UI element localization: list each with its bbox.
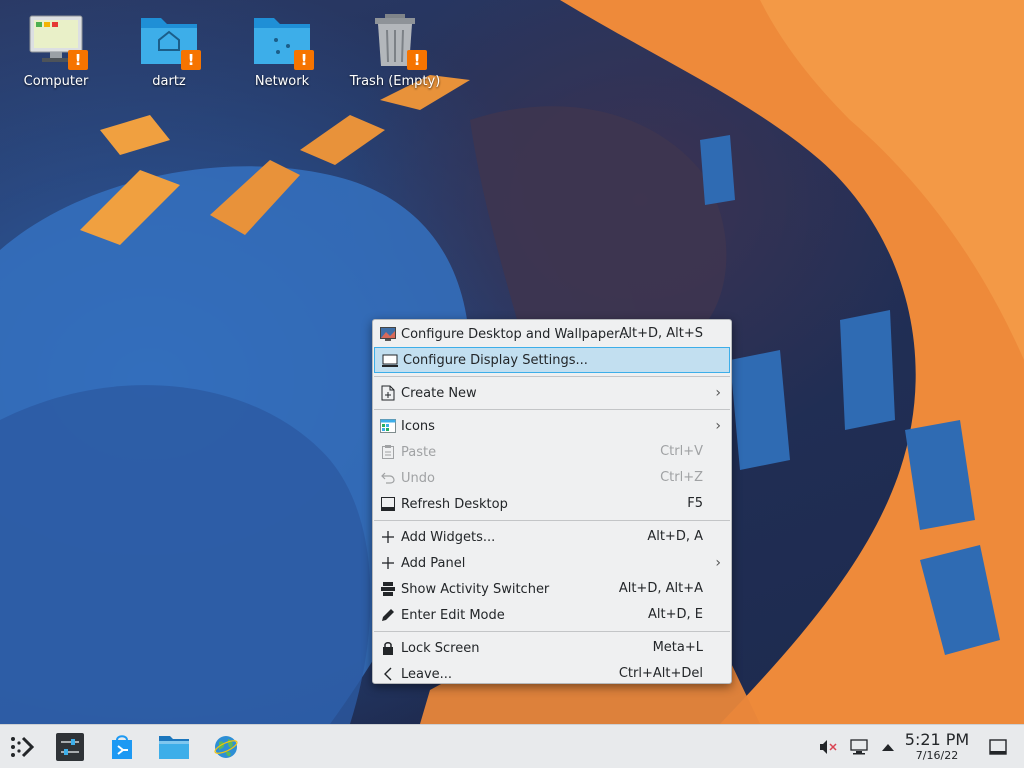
menu-item-add-panel[interactable]: Add Panel › — [373, 550, 731, 576]
activities-icon — [380, 581, 396, 597]
menu-separator — [374, 520, 730, 521]
menu-item-create-new[interactable]: Create New › — [373, 380, 731, 406]
menu-item-icons[interactable]: Icons › — [373, 413, 731, 439]
menu-item-lock-screen[interactable]: Lock Screen Meta+L — [373, 635, 731, 661]
system-settings-launcher[interactable] — [54, 731, 86, 763]
web-browser-launcher[interactable] — [210, 731, 242, 763]
expand-tray-button[interactable] — [878, 737, 898, 757]
menu-item-activity-switcher[interactable]: Show Activity Switcher Alt+D, Alt+A — [373, 576, 731, 602]
settings-icon — [56, 733, 84, 761]
menu-item-shortcut: F5 — [687, 496, 703, 511]
desktop-icon-network[interactable]: ! Network — [227, 10, 337, 89]
warning-badge: ! — [68, 50, 88, 70]
kde-launcher-icon — [11, 736, 35, 758]
desktop-icon-home[interactable]: ! dartz — [114, 10, 224, 89]
desktop-context-menu: Configure Desktop and Wallpaper... Alt+D… — [372, 319, 732, 684]
chevron-right-icon: › — [715, 418, 721, 434]
menu-item-label: Undo — [401, 470, 435, 486]
chevron-up-icon — [882, 744, 894, 751]
refresh-desktop-icon — [380, 496, 396, 512]
volume-tray-button[interactable] — [818, 737, 838, 757]
trash-icon: ! — [363, 10, 427, 70]
menu-item-edit-mode[interactable]: Enter Edit Mode Alt+D, E — [373, 602, 731, 628]
show-desktop-icon — [989, 739, 1007, 755]
browser-icon — [214, 736, 238, 758]
application-launcher-button[interactable] — [6, 731, 38, 763]
chevron-right-icon: › — [715, 555, 721, 571]
plus-icon — [380, 555, 396, 571]
show-desktop-button[interactable] — [988, 737, 1008, 757]
menu-separator — [374, 376, 730, 377]
menu-item-shortcut: Ctrl+V — [660, 444, 703, 459]
desktop-icon-label: Trash (Empty) — [349, 74, 441, 89]
desktop-icon-trash[interactable]: ! Trash (Empty) — [340, 10, 450, 89]
desktop-wallpaper-icon — [380, 326, 396, 342]
digital-clock[interactable]: 5:21 PM 7/16/22 — [898, 731, 976, 763]
menu-item-label: Add Panel — [401, 555, 466, 571]
menu-item-configure-display[interactable]: Configure Display Settings... — [374, 347, 730, 373]
network-tray-button[interactable] — [849, 737, 869, 757]
menu-item-paste[interactable]: Paste Ctrl+V — [373, 439, 731, 465]
menu-item-shortcut: Alt+D, Alt+S — [619, 326, 703, 341]
menu-item-shortcut: Ctrl+Alt+Del — [618, 666, 703, 681]
desktop-icon-computer[interactable]: ! Computer — [1, 10, 111, 89]
menu-item-shortcut: Alt+D, E — [648, 607, 703, 622]
pencil-icon — [380, 607, 396, 623]
network-folder-icon: ! — [250, 10, 314, 70]
menu-item-shortcut: Meta+L — [652, 640, 703, 655]
menu-item-configure-desktop[interactable]: Configure Desktop and Wallpaper... Alt+D… — [373, 321, 731, 347]
taskbar-panel: 5:21 PM 7/16/22 — [0, 724, 1024, 768]
desktop-icon-label: Computer — [23, 74, 89, 89]
home-folder-icon: ! — [137, 10, 201, 70]
discover-icon — [112, 735, 132, 759]
icons-view-icon — [380, 418, 396, 434]
menu-item-label: Icons — [401, 418, 435, 434]
menu-item-shortcut: Alt+D, Alt+A — [618, 581, 703, 596]
plus-icon — [380, 529, 396, 545]
desktop-icon-label: Network — [254, 74, 310, 89]
file-manager-launcher[interactable] — [158, 731, 190, 763]
lock-icon — [380, 640, 396, 656]
menu-separator — [374, 409, 730, 410]
desktop-icon-label: dartz — [152, 74, 186, 89]
computer-icon: ! — [24, 10, 88, 70]
warning-badge: ! — [407, 50, 427, 70]
menu-item-label: Configure Display Settings... — [403, 352, 588, 368]
menu-separator — [374, 631, 730, 632]
clock-date: 7/16/22 — [915, 749, 959, 762]
menu-item-shortcut: Ctrl+Z — [660, 470, 703, 485]
warning-badge: ! — [294, 50, 314, 70]
menu-item-refresh-desktop[interactable]: Refresh Desktop F5 — [373, 491, 731, 517]
warning-badge: ! — [181, 50, 201, 70]
undo-icon — [380, 470, 396, 486]
chevron-left-icon — [380, 666, 396, 682]
monitor-icon — [382, 353, 398, 369]
create-new-icon — [380, 385, 396, 401]
network-icon — [850, 739, 868, 755]
menu-item-leave[interactable]: Leave... Ctrl+Alt+Del — [373, 661, 731, 687]
menu-item-shortcut: Alt+D, A — [647, 529, 703, 544]
menu-item-undo[interactable]: Undo Ctrl+Z — [373, 465, 731, 491]
menu-item-label: Refresh Desktop — [401, 496, 508, 512]
chevron-right-icon: › — [715, 385, 721, 401]
paste-icon — [380, 444, 396, 460]
dolphin-icon — [159, 736, 189, 759]
clock-time: 5:21 PM — [904, 730, 970, 749]
menu-item-add-widgets[interactable]: Add Widgets... Alt+D, A — [373, 524, 731, 550]
menu-item-label: Create New — [401, 385, 477, 401]
discover-launcher[interactable] — [106, 731, 138, 763]
volume-muted-icon — [820, 740, 837, 754]
menu-item-label: Paste — [401, 444, 437, 460]
